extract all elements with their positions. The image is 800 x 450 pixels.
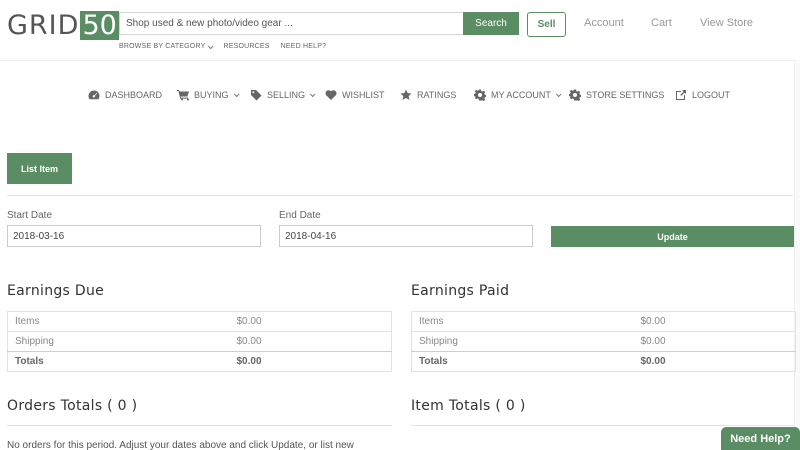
section-divider: [411, 425, 794, 426]
start-date-label: Start Date: [7, 210, 53, 221]
update-button[interactable]: Update: [551, 226, 794, 247]
end-date-input[interactable]: [279, 225, 533, 247]
chevron-down-icon: [309, 91, 316, 98]
section-divider: [7, 195, 793, 196]
row-label: Shipping: [411, 331, 634, 352]
table-row: Shipping $0.00: [7, 331, 392, 352]
view-store-link[interactable]: View Store: [700, 17, 753, 29]
nav-label: WISHLIST: [342, 90, 385, 100]
start-date-input[interactable]: [7, 225, 261, 247]
dashboard-icon: [88, 90, 100, 100]
nav-ratings[interactable]: RATINGS: [400, 89, 456, 101]
nav-selling[interactable]: SELLING: [250, 89, 316, 101]
end-date-label: End Date: [279, 210, 321, 221]
gear-icon: [569, 89, 581, 101]
search-button[interactable]: Search: [463, 12, 519, 35]
scrollbar[interactable]: [794, 60, 800, 450]
row-value: $0.00: [229, 351, 392, 372]
search-input[interactable]: [119, 12, 463, 35]
dashboard-navigation: DASHBOARD BUYING SELLING WISHLIST RATING…: [0, 89, 800, 105]
section-divider: [7, 425, 392, 426]
nav-buying[interactable]: BUYING: [177, 89, 240, 101]
earnings-paid-table: Items $0.00 Shipping $0.00 Totals $0.00: [411, 311, 796, 372]
nav-label: SELLING: [267, 90, 306, 100]
header-divider: [0, 60, 800, 61]
grid50-logo[interactable]: GRID 50: [7, 11, 119, 40]
no-orders-message: No orders for this period. Adjust your d…: [7, 440, 354, 450]
table-row: Shipping $0.00: [411, 331, 796, 352]
browse-by-category-link[interactable]: BROWSE BY CATEGORY: [119, 42, 214, 50]
row-label: Shipping: [7, 331, 230, 352]
heart-icon: [325, 90, 337, 100]
nav-label: LOGOUT: [692, 90, 731, 100]
earnings-paid-title: Earnings Paid: [411, 283, 510, 299]
gear-icon: [474, 89, 486, 101]
need-help-button[interactable]: Need Help?: [721, 427, 800, 450]
star-icon: [400, 89, 412, 100]
chevron-down-icon: [233, 91, 240, 98]
resources-link[interactable]: RESOURCES: [223, 43, 269, 50]
row-value: $0.00: [229, 331, 392, 352]
nav-label: MY ACCOUNT: [491, 90, 551, 100]
logo-text: GRID: [7, 10, 80, 41]
table-row: Totals $0.00: [7, 351, 392, 372]
earnings-due-title: Earnings Due: [7, 283, 105, 299]
table-row: Totals $0.00: [411, 351, 796, 372]
row-label: Items: [419, 316, 444, 327]
row-label: Totals: [411, 351, 634, 372]
earnings-due-table: Items $0.00 Shipping $0.00 Totals $0.00: [7, 311, 392, 372]
item-totals-title: Item Totals ( 0 ): [411, 398, 526, 414]
logo-number: 50: [80, 10, 119, 41]
nav-label: DASHBOARD: [105, 90, 163, 100]
row-label: Items: [15, 316, 40, 327]
nav-label: STORE SETTINGS: [586, 90, 665, 100]
external-link-icon: [676, 90, 686, 100]
nav-dashboard[interactable]: DASHBOARD: [88, 89, 162, 101]
nav-label: RATINGS: [417, 90, 457, 100]
sub-navigation: BROWSE BY CATEGORY RESOURCES NEED HELP?: [119, 42, 327, 50]
nav-label: BUYING: [194, 90, 229, 100]
chevron-down-icon: [555, 91, 562, 98]
nav-wishlist[interactable]: WISHLIST: [325, 89, 385, 101]
search-bar: Search: [119, 12, 519, 35]
list-item-button[interactable]: List Item: [7, 153, 72, 184]
nav-my-account[interactable]: MY ACCOUNT: [474, 89, 562, 101]
nav-store-settings[interactable]: STORE SETTINGS: [569, 89, 664, 101]
row-value: $0.00: [633, 351, 796, 372]
table-row: Items $0.00: [412, 312, 796, 332]
row-value: $0.00: [640, 316, 666, 327]
sell-button[interactable]: Sell: [527, 12, 566, 37]
account-link[interactable]: Account: [584, 17, 624, 29]
row-label: Totals: [7, 351, 230, 372]
tag-icon: [251, 90, 262, 101]
row-value: $0.00: [236, 316, 262, 327]
browse-by-category-label: BROWSE BY CATEGORY: [119, 43, 206, 50]
need-help-link[interactable]: NEED HELP?: [281, 43, 327, 50]
row-value: $0.00: [633, 331, 796, 352]
table-row: Items $0.00: [8, 312, 392, 332]
orders-totals-title: Orders Totals ( 0 ): [7, 398, 138, 414]
nav-logout[interactable]: LOGOUT: [675, 89, 730, 101]
chevron-down-icon: [208, 42, 214, 49]
cart-icon: [177, 90, 189, 101]
cart-link[interactable]: Cart: [651, 17, 672, 29]
